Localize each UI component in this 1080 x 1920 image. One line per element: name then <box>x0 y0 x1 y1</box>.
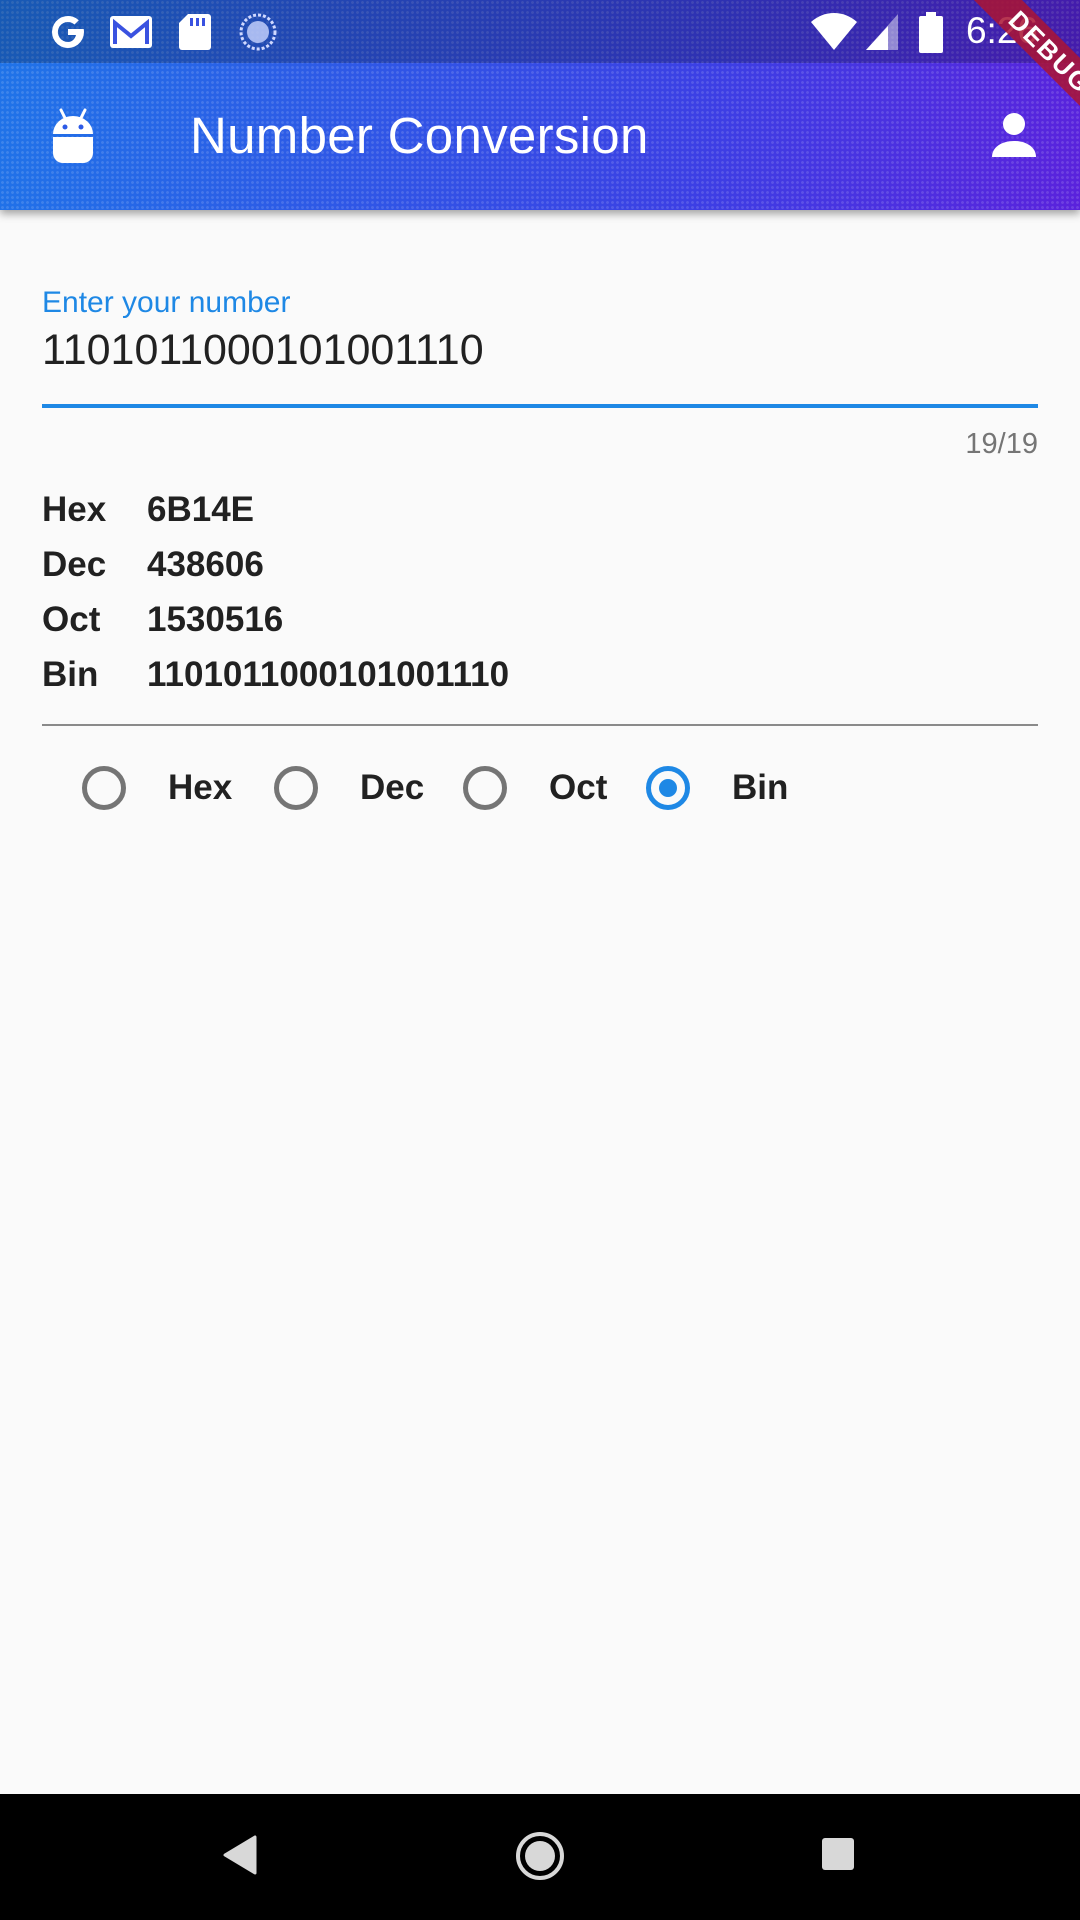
home-icon[interactable] <box>514 1830 566 1882</box>
radio-bin[interactable] <box>646 766 690 810</box>
result-label: Oct <box>42 600 101 639</box>
radio-dec[interactable] <box>274 766 318 810</box>
result-value: 1101011000101001110 <box>147 655 510 694</box>
result-value: 438606 <box>147 545 264 584</box>
radio-label-oct[interactable]: Oct <box>549 768 607 808</box>
page-title: Number Conversion <box>190 107 649 164</box>
sd-card-icon <box>179 14 211 50</box>
google-icon <box>52 16 84 49</box>
debug-banner-label: DEBUG <box>960 0 1080 142</box>
number-input[interactable] <box>42 326 1038 375</box>
gmail-icon <box>110 16 152 48</box>
divider <box>42 724 1038 726</box>
debug-banner: DEBUG <box>910 0 1080 170</box>
radio-label-bin[interactable]: Bin <box>732 768 788 808</box>
result-label: Hex <box>42 490 107 529</box>
result-label: Bin <box>42 655 99 694</box>
input-underline <box>42 404 1038 408</box>
back-icon[interactable] <box>222 1834 258 1876</box>
radio-label-hex[interactable]: Hex <box>168 768 232 808</box>
result-label: Dec <box>42 545 107 584</box>
android-icon[interactable] <box>50 108 96 164</box>
radio-hex[interactable] <box>82 766 126 810</box>
app-bar: 6:26 Number Conversion DEBUG <box>0 0 1080 210</box>
radio-oct[interactable] <box>463 766 507 810</box>
recents-icon[interactable] <box>820 1836 856 1872</box>
wifi-icon <box>811 13 857 50</box>
result-value: 6B14E <box>147 490 255 529</box>
signal-icon <box>866 14 898 50</box>
character-counter: 19/19 <box>965 428 1038 460</box>
input-label: Enter your number <box>42 286 291 319</box>
sync-circle-icon <box>239 13 277 51</box>
result-value: 1530516 <box>147 600 284 639</box>
radio-label-dec[interactable]: Dec <box>360 768 424 808</box>
system-nav-bar <box>0 1794 1080 1920</box>
